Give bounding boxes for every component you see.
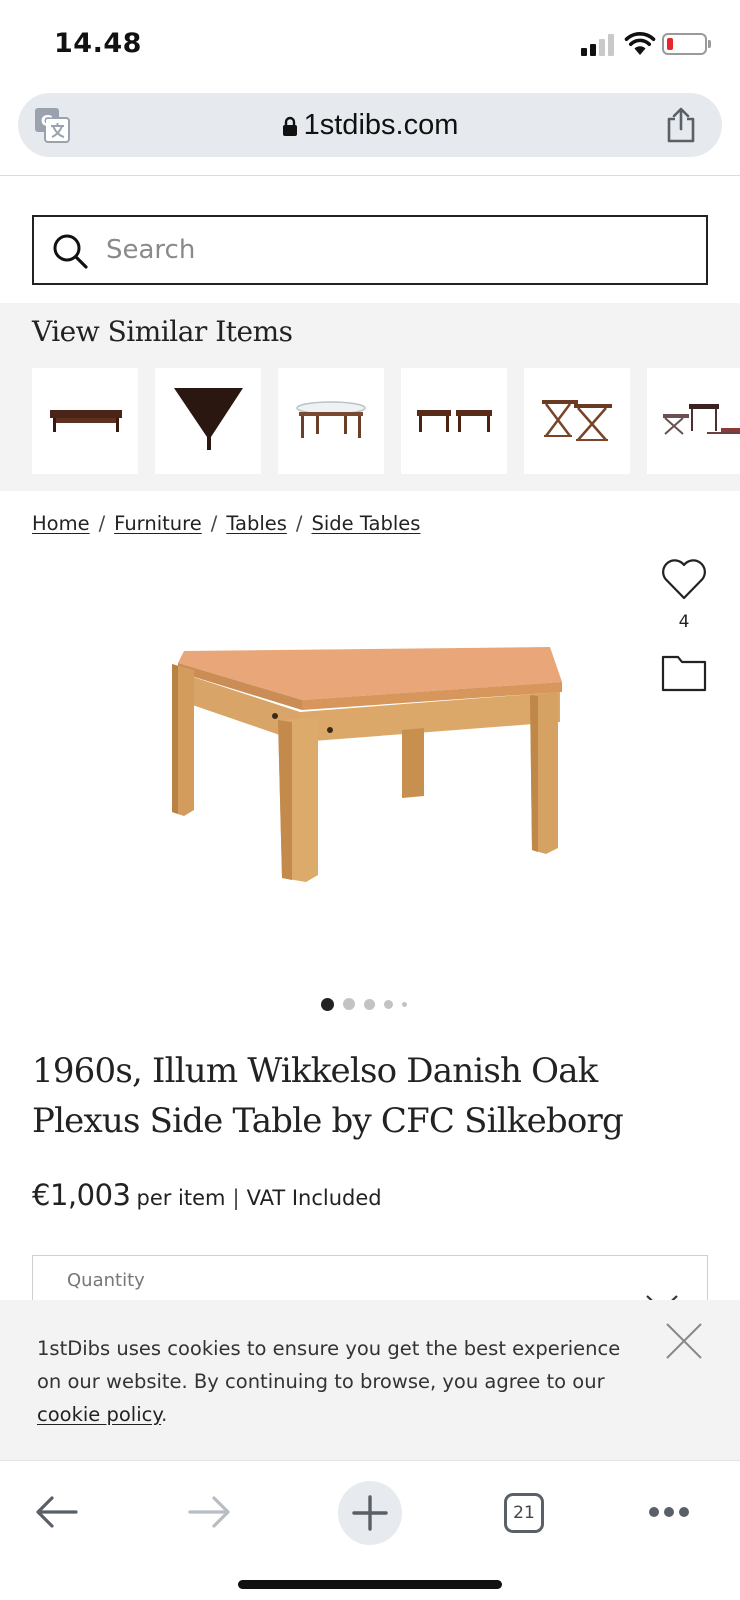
signal-icon	[581, 34, 615, 56]
back-arrow-icon[interactable]	[34, 1495, 78, 1529]
price: €1,003	[32, 1178, 131, 1212]
browser-divider	[0, 175, 740, 176]
tabs-button[interactable]: 21	[504, 1493, 544, 1533]
price-unit: per item	[136, 1186, 226, 1210]
folder-icon[interactable]	[660, 653, 708, 693]
product-title: 1960s, Illum Wikkelso Danish Oak Plexus …	[32, 1051, 624, 1141]
similar-items-title: View Similar Items	[32, 315, 293, 348]
forward-arrow-icon[interactable]	[188, 1495, 232, 1529]
breadcrumb-separator: /	[295, 512, 303, 535]
browser-toolbar: 21	[0, 1460, 740, 1600]
search-icon	[53, 234, 88, 269]
new-tab-button[interactable]	[338, 1481, 402, 1545]
cookie-banner: 1stDibs uses cookies to ensure you get t…	[0, 1300, 740, 1460]
cookie-text: 1stDibs uses cookies to ensure you get t…	[37, 1332, 637, 1431]
breadcrumb: Home / Furniture / Tables / Side Tables	[32, 512, 420, 535]
more-icon[interactable]	[648, 1505, 690, 1519]
lock-icon	[282, 116, 297, 136]
carousel-dot[interactable]	[384, 999, 393, 1009]
carousel-dot[interactable]	[364, 998, 375, 1010]
product-image[interactable]	[160, 630, 580, 905]
wifi-icon	[624, 32, 656, 55]
similar-item-pair-of-side-tables[interactable]	[401, 368, 507, 474]
price-line: €1,003 per item | VAT Included	[32, 1178, 382, 1212]
share-icon[interactable]	[664, 107, 698, 143]
search-box[interactable]	[32, 215, 708, 285]
carousel-dot[interactable]	[343, 998, 355, 1010]
breadcrumb-side-tables[interactable]: Side Tables	[311, 512, 420, 535]
breadcrumb-separator: /	[98, 512, 106, 535]
status-time: 14.48	[54, 28, 142, 59]
home-indicator	[238, 1580, 502, 1589]
cookie-policy-link[interactable]: cookie policy	[37, 1403, 161, 1426]
favorites-count: 4	[678, 612, 690, 632]
search-input[interactable]	[106, 227, 686, 273]
battery-icon	[662, 33, 707, 55]
breadcrumb-separator: /	[210, 512, 218, 535]
quantity-label: Quantity	[67, 1270, 145, 1291]
close-icon[interactable]	[665, 1322, 703, 1360]
carousel-dot[interactable]	[402, 1001, 407, 1007]
url-bar[interactable]: G 1stdibs.com	[18, 93, 722, 157]
similar-item-nesting-tables[interactable]	[647, 368, 740, 474]
breadcrumb-furniture[interactable]: Furniture	[114, 512, 202, 535]
battery-tip	[708, 40, 711, 48]
url-display[interactable]: 1stdibs.com	[18, 93, 722, 157]
heart-icon[interactable]	[660, 557, 708, 601]
carousel-dots[interactable]	[321, 997, 416, 1011]
similar-item-glass-top-table[interactable]	[278, 368, 384, 474]
breadcrumb-home[interactable]: Home	[32, 512, 90, 535]
similar-items-section: View Similar Items	[0, 303, 740, 491]
url-text: 1stdibs.com	[303, 108, 459, 141]
similar-item-coffee-table[interactable]	[32, 368, 138, 474]
similar-item-triangular-table[interactable]	[155, 368, 261, 474]
status-bar: 14.48	[0, 0, 740, 88]
battery-level	[667, 38, 673, 50]
price-separator: |	[232, 1186, 240, 1210]
carousel-dot[interactable]	[321, 997, 334, 1011]
similar-item-folding-stools[interactable]	[524, 368, 630, 474]
vat-note: VAT Included	[246, 1186, 382, 1210]
cookie-message: 1stDibs uses cookies to ensure you get t…	[37, 1337, 621, 1393]
breadcrumb-tables[interactable]: Tables	[226, 512, 287, 535]
plus-icon	[352, 1495, 388, 1531]
cookie-message-end: .	[161, 1403, 168, 1426]
